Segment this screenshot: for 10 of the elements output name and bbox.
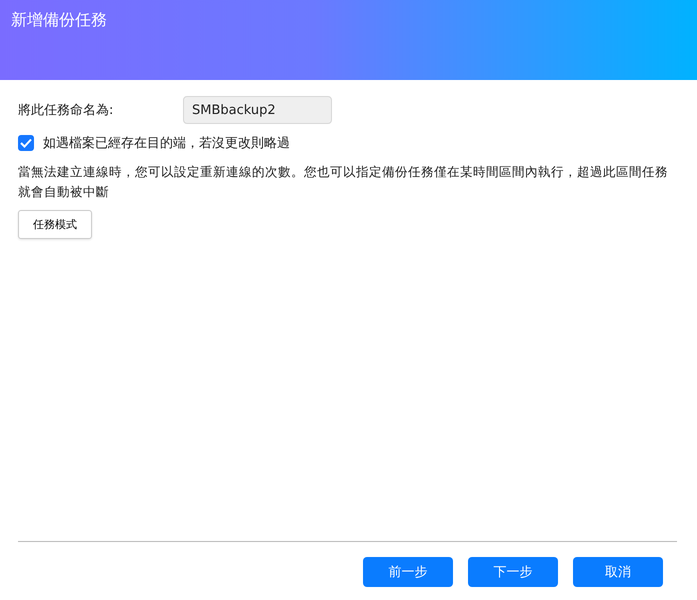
footer-button[interactable]: 取消 bbox=[573, 557, 663, 587]
description-text: 當無法建立連線時，您可以設定重新連線的次數。您也可以指定備份任務僅在某時間區間內執行，超過此區間任務就會自動被中斷 bbox=[18, 163, 669, 201]
window-title: 新增備份任務 bbox=[11, 10, 107, 29]
input-field[interactable]: SMBbackup2 bbox=[183, 96, 332, 124]
task-mode-button[interactable]: 任務模式 bbox=[18, 210, 92, 239]
footer-button[interactable]: 前一步 bbox=[363, 557, 453, 587]
checkbox-label: 如遇檔案已經存在目的端，若沒更改則略過 bbox=[43, 135, 290, 152]
field-label: 將此任務命名為: bbox=[18, 102, 114, 119]
footer-button[interactable]: 下一步 bbox=[468, 557, 558, 587]
checkbox[interactable] bbox=[18, 135, 34, 151]
